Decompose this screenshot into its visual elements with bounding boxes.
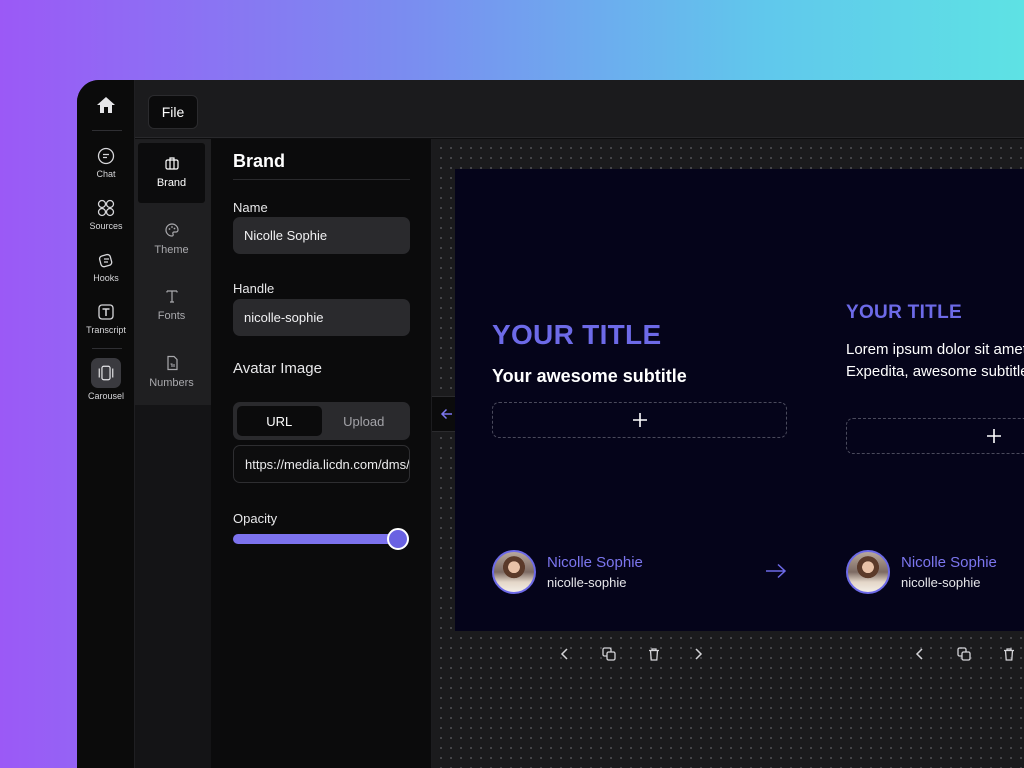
slide-2-add-block-button[interactable] — [846, 418, 1024, 454]
rail-divider — [92, 348, 122, 349]
slide-1-subtitle[interactable]: Your awesome subtitle — [492, 366, 687, 387]
avatar-source-toggle: URL Upload — [233, 402, 410, 440]
duplicate-slide-button[interactable] — [950, 640, 978, 668]
slide-2-author-handle: nicolle-sophie — [901, 575, 981, 590]
rail-label: Carousel — [87, 391, 125, 401]
carousel-active-box — [91, 358, 121, 388]
slide-1-title[interactable]: YOUR TITLE — [492, 319, 661, 351]
name-input[interactable]: Nicolle Sophie — [233, 217, 410, 254]
numbers-icon — [166, 355, 178, 371]
chevron-left-icon — [915, 648, 923, 660]
app-window: Chat Sources Hooks Transcript Carousel F… — [77, 80, 1024, 768]
category-theme[interactable]: Theme — [138, 210, 205, 270]
rail-item-transcript[interactable]: Transcript — [77, 302, 135, 335]
slide-1-add-block-button[interactable] — [492, 402, 787, 438]
arrow-right-icon — [766, 563, 787, 579]
duplicate-slide-button[interactable] — [595, 640, 623, 668]
slide-2-avatar — [846, 550, 890, 594]
home-icon[interactable] — [96, 96, 116, 114]
opacity-label: Opacity — [233, 511, 278, 526]
file-menu-button[interactable]: File — [148, 95, 198, 129]
opacity-slider-thumb[interactable] — [387, 528, 409, 550]
panel-divider — [233, 179, 410, 180]
chat-icon — [97, 147, 115, 165]
arrow-left-icon — [440, 408, 452, 420]
handle-label: Handle — [233, 281, 275, 296]
tab-upload[interactable]: Upload — [322, 406, 407, 436]
trash-icon — [1004, 648, 1014, 661]
copy-icon — [602, 647, 616, 661]
category-brand[interactable]: Brand — [138, 143, 205, 203]
slide-1-author-handle: nicolle-sophie — [547, 575, 627, 590]
plus-icon — [986, 429, 1001, 443]
slide-2-body[interactable]: Lorem ipsum dolor sit amet adipisicing e… — [846, 339, 1024, 383]
category-label: Brand — [156, 177, 187, 189]
slide-2-author-name: Nicolle Sophie — [901, 554, 997, 571]
tab-url[interactable]: URL — [237, 406, 322, 436]
delete-slide-button[interactable] — [640, 640, 668, 668]
briefcase-icon — [164, 157, 179, 170]
delete-slide-button[interactable] — [995, 640, 1023, 668]
slide-1-author-name: Nicolle Sophie — [547, 554, 643, 571]
avatar-url-input[interactable]: https://media.licdn.com/dms/image — [233, 445, 410, 483]
chevron-left-icon — [560, 648, 568, 660]
category-fonts[interactable]: Fonts — [138, 276, 205, 336]
rail-item-carousel[interactable]: Carousel — [77, 358, 135, 401]
rail-label: Transcript — [86, 325, 126, 335]
handle-input[interactable]: nicolle-sophie — [233, 299, 410, 336]
slide-2-title[interactable]: YOUR TITLE — [846, 302, 962, 324]
category-label: Numbers — [149, 377, 194, 389]
brand-settings-panel: Brand Name Nicolle Sophie Handle nicolle… — [211, 139, 432, 768]
move-left-button[interactable] — [906, 640, 934, 668]
name-label: Name — [233, 200, 268, 215]
rail-label: Hooks — [93, 273, 119, 283]
chevron-right-icon — [695, 648, 703, 660]
move-right-button[interactable] — [684, 640, 712, 668]
rail-label: Sources — [89, 221, 123, 231]
slides-strip: YOUR TITLE Your awesome subtitle Nicolle… — [455, 169, 1024, 631]
rail-label: Chat — [96, 169, 116, 179]
panel-title: Brand — [233, 151, 286, 171]
sources-icon — [97, 199, 115, 217]
move-left-button[interactable] — [551, 640, 579, 668]
category-numbers[interactable]: Numbers — [138, 343, 205, 403]
hooks-icon — [98, 253, 113, 268]
copy-icon — [957, 647, 971, 661]
type-icon — [165, 290, 178, 303]
rail-item-sources[interactable]: Sources — [77, 198, 135, 231]
left-rail: Chat Sources Hooks Transcript Carousel — [77, 80, 135, 768]
top-bar: File — [135, 80, 1024, 138]
transcript-icon — [98, 304, 114, 320]
rail-item-hooks[interactable]: Hooks — [77, 250, 135, 283]
plus-icon — [632, 413, 647, 427]
rail-divider — [92, 130, 122, 131]
category-label: Fonts — [157, 310, 186, 322]
slide-1-avatar — [492, 550, 536, 594]
avatar-image-label: Avatar Image — [233, 360, 322, 377]
opacity-slider-track[interactable] — [233, 534, 399, 544]
carousel-icon — [98, 365, 114, 381]
carousel-canvas: YOUR TITLE Your awesome subtitle Nicolle… — [432, 139, 1024, 768]
trash-icon — [649, 648, 659, 661]
rail-item-chat[interactable]: Chat — [77, 146, 135, 179]
settings-categories: Brand Theme Fonts Numbers — [135, 139, 211, 768]
palette-icon — [164, 223, 179, 237]
category-label: Theme — [154, 244, 189, 256]
